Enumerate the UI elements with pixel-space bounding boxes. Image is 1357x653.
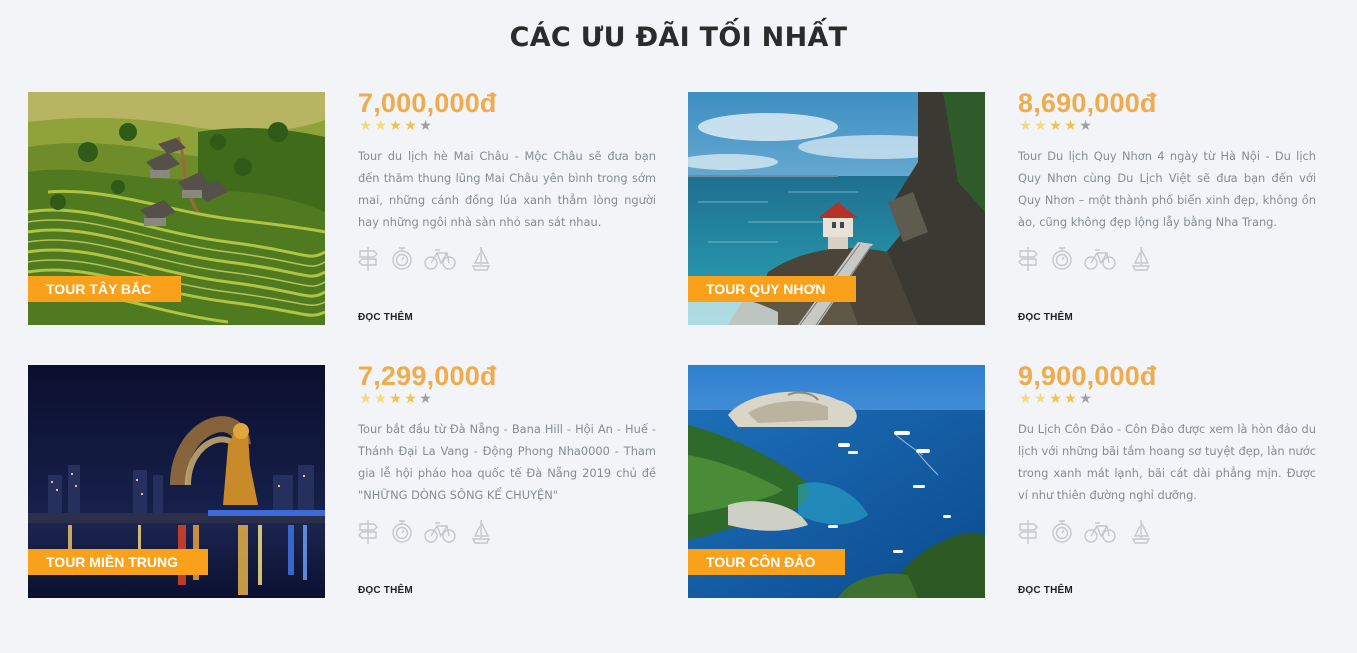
read-more-link[interactable]: ĐỌC THÊM — [358, 312, 413, 323]
star-filled-icon: ★ — [1034, 117, 1047, 133]
rating-stars: ★ ★ ★ ★ ★ — [358, 118, 433, 132]
star-filled-icon: ★ — [404, 390, 417, 406]
read-more-link[interactable]: ĐỌC THÊM — [358, 585, 413, 596]
star-filled-icon: ★ — [404, 117, 417, 133]
signpost-icon — [358, 245, 378, 273]
tour-description: Tour bắt đầu từ Đà Nẵng - Bana Hill - Hộ… — [358, 422, 656, 502]
star-empty-icon: ★ — [1079, 117, 1092, 133]
tour-card: TOUR QUY NHƠN 8,690,000đ ★ ★ ★ ★ ★ Tour Du l… — [688, 88, 1318, 326]
star-filled-icon: ★ — [1019, 117, 1032, 133]
star-empty-icon: ★ — [419, 390, 432, 406]
star-filled-icon: ★ — [1064, 117, 1077, 133]
rating-stars: ★ ★ ★ ★ ★ — [1018, 391, 1093, 405]
tour-info: 7,000,000đ ★ ★ ★ ★ ★ Tour du lịch hè Mai Châ… — [358, 88, 656, 326]
bicycle-icon — [424, 518, 456, 546]
tour-description: Tour du lịch hè Mai Châu - Mộc Châu sẽ đ… — [358, 149, 656, 229]
tour-card: TOUR TÂY BẮC 7,000,000đ ★ ★ ★ ★ ★ Tour du lị… — [28, 88, 658, 326]
tour-category-tag[interactable]: TOUR CÔN ĐẢO — [688, 549, 846, 575]
tour-feature-icons — [358, 245, 498, 273]
tour-feature-icons — [1018, 245, 1158, 273]
star-filled-icon: ★ — [389, 390, 402, 406]
star-filled-icon: ★ — [374, 390, 387, 406]
stopwatch-icon — [1051, 245, 1073, 273]
tour-price: 8,690,000đ — [1018, 88, 1157, 118]
tour-category-tag[interactable]: TOUR QUY NHƠN — [688, 276, 856, 302]
star-filled-icon: ★ — [359, 390, 372, 406]
tour-feature-icons — [358, 518, 498, 546]
read-more-link[interactable]: ĐỌC THÊM — [1018, 312, 1073, 323]
tour-card: TOUR CÔN ĐẢO 9,900,000đ ★ ★ ★ ★ ★ Du Lịch Cô… — [688, 361, 1318, 599]
bicycle-icon — [424, 245, 456, 273]
star-empty-icon: ★ — [419, 117, 432, 133]
tour-price: 9,900,000đ — [1018, 361, 1157, 391]
star-filled-icon: ★ — [389, 117, 402, 133]
tour-feature-icons — [1018, 518, 1158, 546]
read-more-link[interactable]: ĐỌC THÊM — [1018, 585, 1073, 596]
star-filled-icon: ★ — [1019, 390, 1032, 406]
star-filled-icon: ★ — [1064, 390, 1077, 406]
tour-description: Du Lịch Côn Đảo - Côn Đảo được xem là hò… — [1018, 422, 1316, 502]
star-filled-icon: ★ — [1049, 117, 1062, 133]
star-empty-icon: ★ — [1079, 390, 1092, 406]
tour-card: TOUR MIỀN TRUNG 7,299,000đ ★ ★ ★ ★ ★ Tour bắ… — [28, 361, 658, 599]
tour-info: 7,299,000đ ★ ★ ★ ★ ★ Tour bắt đầu từ Đà Nẵng… — [358, 361, 656, 599]
sailboat-icon — [1131, 245, 1151, 273]
tour-category-tag[interactable]: TOUR TÂY BẮC — [28, 276, 182, 302]
section-title: CÁC ƯU ĐÃI TỐI NHẤT — [509, 22, 848, 53]
tour-description: Tour Du lịch Quy Nhơn 4 ngày từ Hà Nội -… — [1018, 149, 1316, 229]
stopwatch-icon — [1051, 518, 1073, 546]
rating-stars: ★ ★ ★ ★ ★ — [358, 391, 433, 405]
sailboat-icon — [1131, 518, 1151, 546]
star-filled-icon: ★ — [359, 117, 372, 133]
bicycle-icon — [1084, 518, 1116, 546]
signpost-icon — [358, 518, 378, 546]
tour-price: 7,000,000đ — [358, 88, 497, 118]
stopwatch-icon — [391, 518, 413, 546]
tour-info: 8,690,000đ ★ ★ ★ ★ ★ Tour Du lịch Quy Nhơn 4… — [1018, 88, 1316, 326]
tour-price: 7,299,000đ — [358, 361, 497, 391]
star-filled-icon: ★ — [1049, 390, 1062, 406]
tour-category-tag[interactable]: TOUR MIỀN TRUNG — [28, 549, 208, 575]
sailboat-icon — [471, 518, 491, 546]
signpost-icon — [1018, 245, 1038, 273]
tour-info: 9,900,000đ ★ ★ ★ ★ ★ Du Lịch Côn Đảo - Côn Đ… — [1018, 361, 1316, 599]
stopwatch-icon — [391, 245, 413, 273]
star-filled-icon: ★ — [1034, 390, 1047, 406]
star-filled-icon: ★ — [374, 117, 387, 133]
signpost-icon — [1018, 518, 1038, 546]
bicycle-icon — [1084, 245, 1116, 273]
sailboat-icon — [471, 245, 491, 273]
rating-stars: ★ ★ ★ ★ ★ — [1018, 118, 1093, 132]
